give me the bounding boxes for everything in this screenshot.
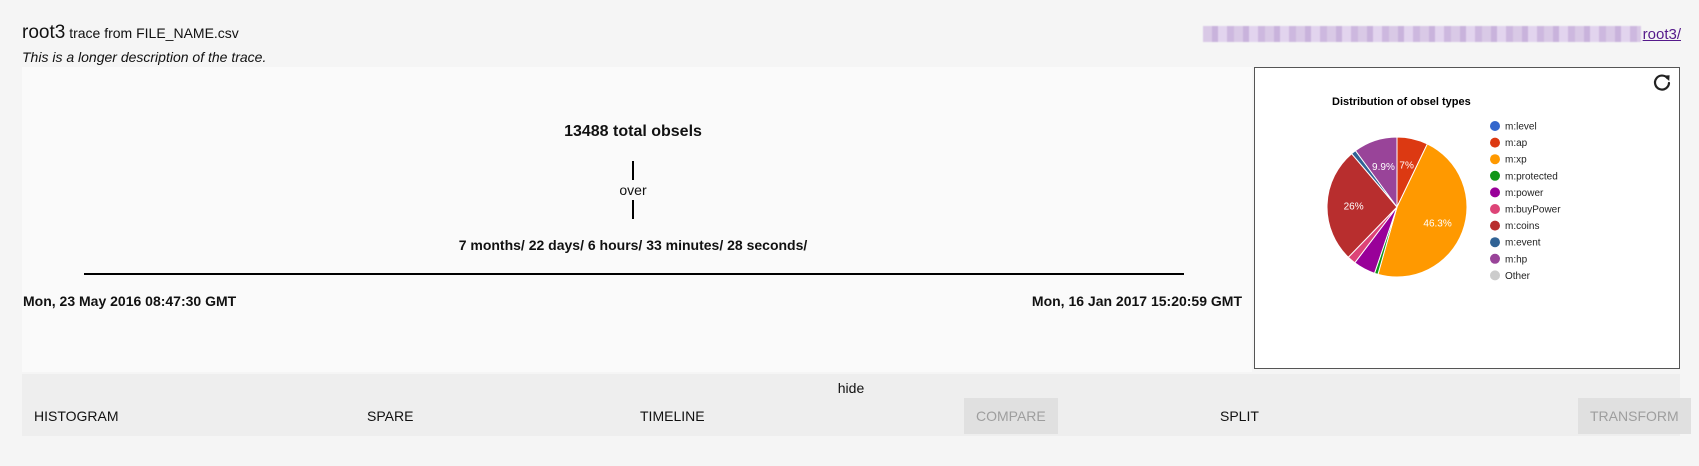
- compare-button[interactable]: Compare: [964, 398, 1058, 434]
- legend-swatch: [1490, 204, 1500, 214]
- vertical-connector-top: [632, 161, 634, 180]
- trace-duration: 7 months/ 22 days/ 6 hours/ 33 minutes/ …: [458, 237, 808, 253]
- redacted-uri-prefix: [1202, 26, 1641, 42]
- split-button[interactable]: Split: [1208, 398, 1271, 434]
- action-bar: hide Histogram Spare Timeline Compare Sp…: [22, 374, 1691, 436]
- pie-slice-label: 9.9%: [1372, 162, 1395, 173]
- start-date: Mon, 23 May 2016 08:47:30 GMT: [23, 293, 237, 309]
- legend-swatch: [1490, 270, 1500, 281]
- chart-title: Distribution of obsel types: [1332, 96, 1471, 108]
- total-obsels: 13488 total obsels: [564, 123, 702, 140]
- legend-swatch: [1490, 170, 1500, 181]
- legend-swatch: [1490, 137, 1500, 148]
- transform-button[interactable]: Transform: [1578, 398, 1691, 434]
- trace-stats-panel: 13488 total obsels over 7 months/ 22 day…: [22, 67, 1252, 372]
- pie-slice-label: 26%: [1344, 202, 1364, 213]
- legend-item-label[interactable]: m:xp: [1505, 155, 1527, 166]
- refresh-icon[interactable]: [1651, 72, 1673, 94]
- legend-swatch: [1490, 220, 1500, 231]
- histogram-button[interactable]: Histogram: [22, 398, 131, 434]
- pie-slice-label: 7%: [1399, 161, 1414, 172]
- legend-item-label[interactable]: m:protected: [1505, 171, 1558, 182]
- legend-swatch: [1490, 253, 1500, 264]
- legend-item-label[interactable]: m:level: [1505, 122, 1537, 133]
- obsel-type-chart-panel: Distribution of obsel types 7% 46.3% 26% 9.…: [1254, 67, 1680, 369]
- trace-uri: root3/: [1202, 24, 1681, 44]
- spare-button[interactable]: Spare: [355, 398, 425, 434]
- legend-swatch: [1490, 154, 1500, 165]
- pie-slice-label: 46.3%: [1423, 218, 1451, 229]
- vertical-connector-bottom: [632, 200, 634, 219]
- timeline-line: [84, 273, 1184, 275]
- legend-swatch: [1490, 237, 1500, 248]
- legend-item-label[interactable]: m:event: [1505, 238, 1541, 249]
- legend-item-label[interactable]: m:hp: [1505, 254, 1528, 265]
- end-date: Mon, 16 Jan 2017 15:20:59 GMT: [1031, 293, 1242, 309]
- legend-item-label[interactable]: m:buyPower: [1505, 205, 1561, 216]
- trace-uri-link[interactable]: root3/: [1643, 26, 1681, 43]
- trace-name: root3: [22, 22, 66, 43]
- legend-swatch: [1490, 187, 1500, 198]
- legend-item-label[interactable]: m:power: [1505, 188, 1544, 199]
- trace-title: root3 trace from FILE_NAME.csv: [22, 22, 239, 44]
- pie-slices: 7% 46.3% 26% 9.9%: [1326, 136, 1468, 278]
- legend-item-label[interactable]: Other: [1505, 271, 1531, 282]
- legend-swatch: [1490, 121, 1500, 131]
- trace-source: trace from FILE_NAME.csv: [69, 25, 239, 41]
- over-label: over: [619, 182, 647, 198]
- hide-button[interactable]: hide: [22, 380, 1680, 396]
- pie-chart: Distribution of obsel types 7% 46.3% 26% 9.…: [1326, 96, 1561, 282]
- legend-item-label[interactable]: m:coins: [1505, 221, 1539, 232]
- timeline-button[interactable]: Timeline: [628, 398, 717, 434]
- chart-legend: m:level m:ap m:xp m:protected m:power m:buyPo…: [1490, 121, 1561, 282]
- legend-item-label[interactable]: m:ap: [1505, 138, 1528, 149]
- trace-description: This is a longer description of the trac…: [22, 49, 267, 65]
